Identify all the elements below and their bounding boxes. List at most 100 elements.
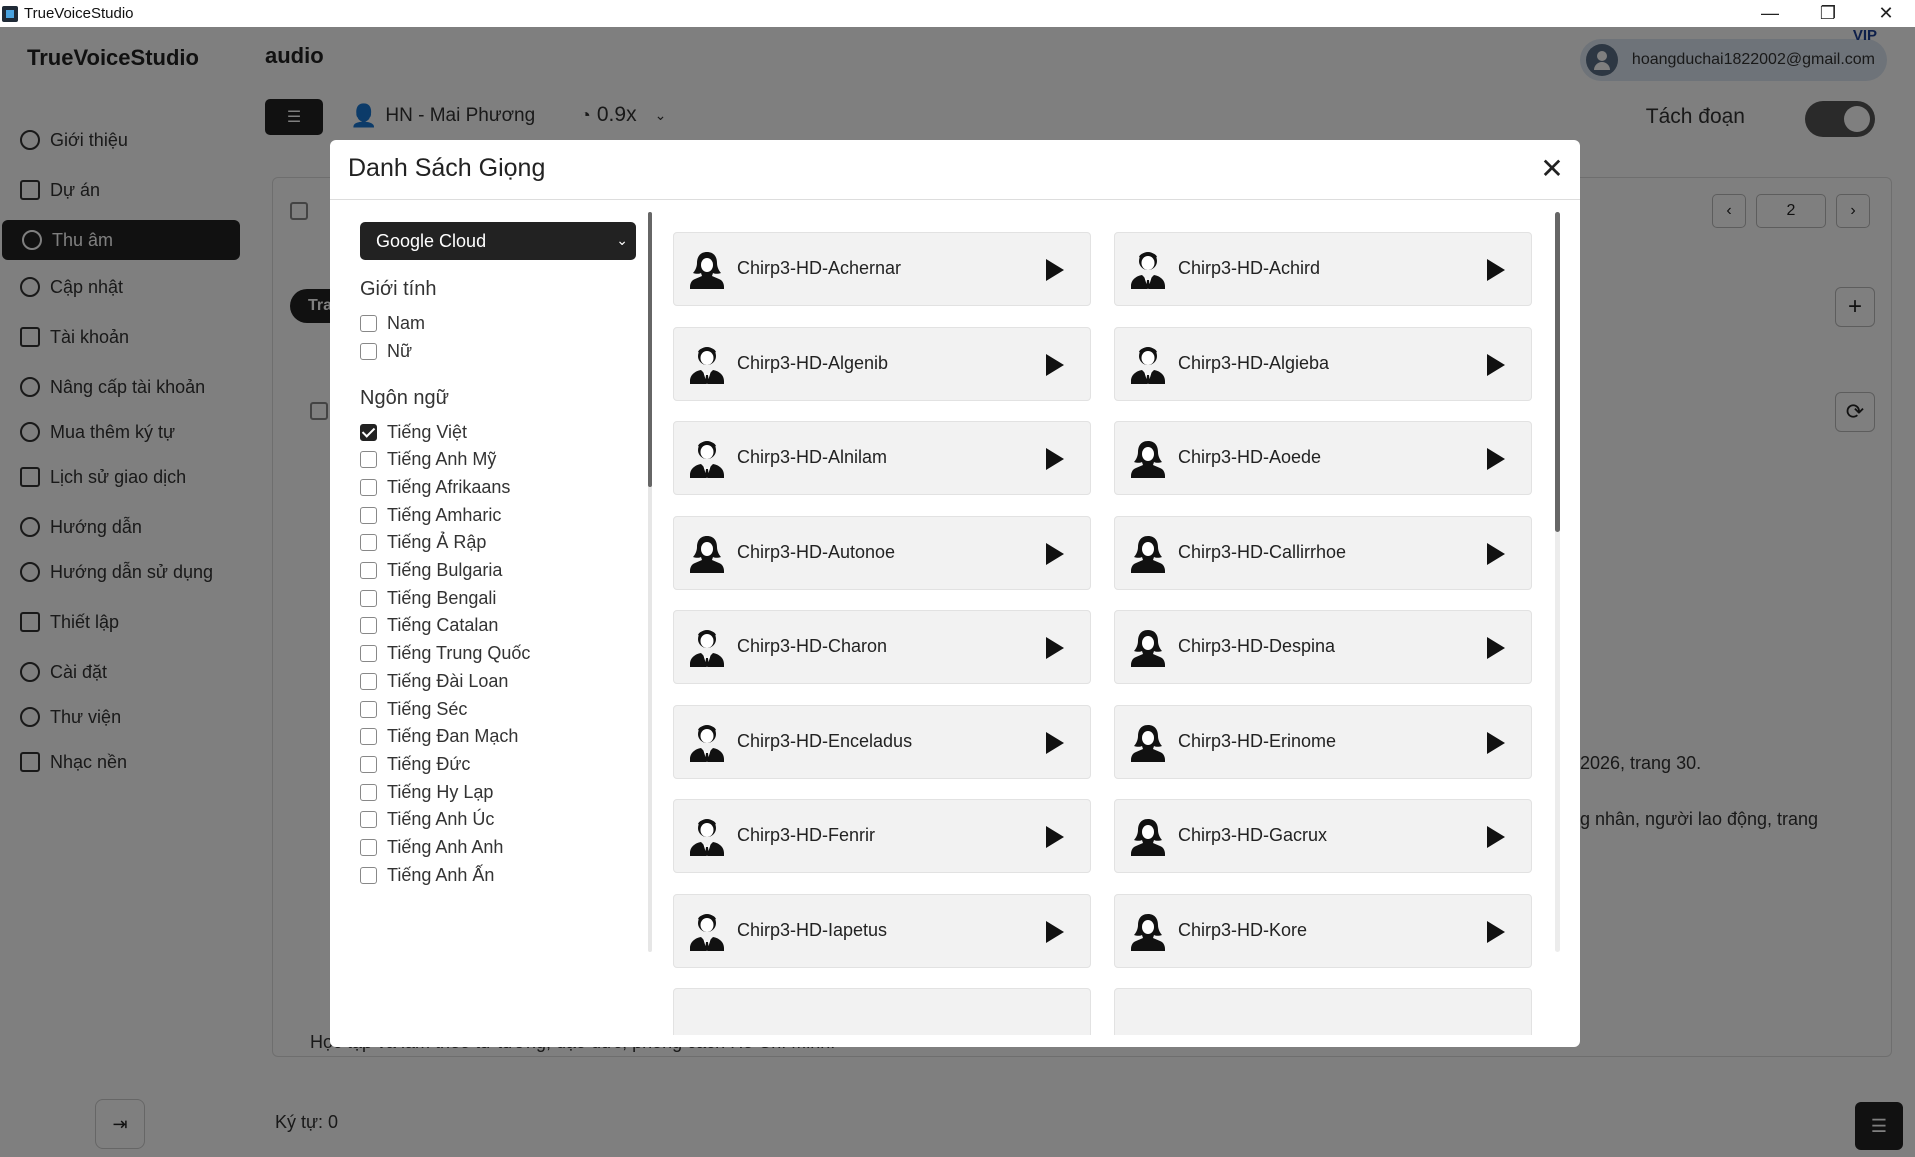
voice-name: Chirp3-HD-Achernar xyxy=(737,258,902,278)
play-icon[interactable] xyxy=(1487,731,1505,754)
checkbox[interactable] xyxy=(360,589,377,607)
option-label: Tiếng Đan Mạch xyxy=(387,726,519,747)
checkbox[interactable] xyxy=(360,562,377,579)
checkbox[interactable] xyxy=(360,700,377,718)
voice-card[interactable]: Chirp3-HD-Enceladus xyxy=(673,704,1091,779)
language-option[interactable]: Tiếng Đài Loan xyxy=(360,668,508,694)
checkbox[interactable] xyxy=(360,314,377,332)
voice-card[interactable]: Chirp3-HD-Fenrir xyxy=(673,799,1091,873)
female-user-icon xyxy=(688,533,726,573)
voice-name: Chirp3-HD-Iapetus xyxy=(737,919,888,940)
provider-select[interactable]: Google Cloud ⌄ xyxy=(360,222,636,260)
close-window-button[interactable]: ✕ xyxy=(1857,0,1915,27)
close-icon[interactable]: ✕ xyxy=(1538,155,1566,184)
voice-scrollbar[interactable] xyxy=(1555,212,1560,532)
checkbox[interactable] xyxy=(360,451,377,469)
play-icon[interactable] xyxy=(1046,731,1064,754)
voice-card[interactable]: Chirp3-HD-Algenib xyxy=(673,326,1091,401)
language-option[interactable]: Tiếng Anh Mỹ xyxy=(360,447,496,473)
checkbox[interactable] xyxy=(360,811,377,829)
option-label: Tiếng Afrikaans xyxy=(387,476,511,497)
checkbox[interactable] xyxy=(360,478,377,496)
language-option[interactable]: Tiếng Ả Rập xyxy=(360,530,486,556)
play-icon[interactable] xyxy=(1046,542,1064,565)
voice-name: Chirp3-HD-Kore xyxy=(1178,919,1308,940)
checkbox[interactable] xyxy=(360,866,377,884)
option-label: Tiếng Việt xyxy=(387,421,468,442)
play-icon[interactable] xyxy=(1046,920,1064,943)
language-option[interactable]: Tiếng Bulgaria xyxy=(360,558,502,584)
voice-card[interactable] xyxy=(1114,988,1532,1035)
checkbox[interactable] xyxy=(360,839,377,856)
play-icon[interactable] xyxy=(1046,637,1064,659)
option-label: Tiếng Anh Anh xyxy=(387,837,504,857)
voice-name: Chirp3-HD-Fenrir xyxy=(737,825,876,845)
language-option[interactable]: Tiếng Anh Anh xyxy=(360,835,503,861)
play-icon[interactable] xyxy=(1487,542,1505,565)
female-user-icon xyxy=(1129,627,1167,667)
voice-card[interactable]: Chirp3-HD-Despina xyxy=(1114,610,1532,684)
male-user-icon xyxy=(1129,344,1167,384)
voice-card[interactable]: Chirp3-HD-Autonoe xyxy=(673,515,1091,590)
play-icon[interactable] xyxy=(1487,448,1505,470)
modal-title: Danh Sách Giọng xyxy=(348,154,546,182)
male-user-icon xyxy=(688,627,726,667)
voice-card[interactable]: Chirp3-HD-Callirrhoe xyxy=(1114,515,1532,590)
restore-button[interactable]: ❐ xyxy=(1799,0,1857,27)
option-label: Tiếng Bulgaria xyxy=(387,560,503,580)
provider-value: Google Cloud xyxy=(376,230,487,251)
voice-card[interactable]: Chirp3-HD-Erinome xyxy=(1114,704,1532,779)
female-user-icon xyxy=(688,249,726,289)
play-icon[interactable] xyxy=(1046,826,1064,848)
gender-option[interactable]: Nam xyxy=(360,310,425,336)
checkbox[interactable] xyxy=(360,728,377,746)
language-option[interactable]: Tiếng Đan Mạch xyxy=(360,724,518,750)
voice-card[interactable]: Chirp3-HD-Achird xyxy=(1114,232,1532,306)
checkbox[interactable] xyxy=(360,645,377,663)
voice-card[interactable]: Chirp3-HD-Aoede xyxy=(1114,421,1532,495)
language-option[interactable]: Tiếng Trung Quốc xyxy=(360,641,530,667)
checkbox[interactable] xyxy=(360,672,377,690)
filter-scrollbar[interactable] xyxy=(648,212,652,487)
language-option[interactable]: Tiếng Catalan xyxy=(360,613,498,639)
checkbox[interactable] xyxy=(360,534,377,552)
voice-card[interactable]: Chirp3-HD-Gacrux xyxy=(1114,799,1532,873)
female-user-icon xyxy=(1129,533,1167,573)
voice-card[interactable]: Chirp3-HD-Charon xyxy=(673,610,1091,684)
language-option[interactable]: Tiếng Amharic xyxy=(360,502,501,528)
checkbox[interactable] xyxy=(360,423,377,441)
play-icon[interactable] xyxy=(1487,637,1505,659)
checkbox[interactable] xyxy=(360,783,377,801)
gender-option[interactable]: Nữ xyxy=(360,338,412,364)
checkbox[interactable] xyxy=(360,342,377,360)
voice-card[interactable] xyxy=(673,988,1091,1035)
voice-card[interactable]: Chirp3-HD-Algieba xyxy=(1114,326,1532,401)
checkbox[interactable] xyxy=(360,617,377,635)
language-option[interactable]: Tiếng Anh Úc xyxy=(360,807,494,833)
play-icon[interactable] xyxy=(1046,259,1064,281)
language-option[interactable]: Tiếng Séc xyxy=(360,696,467,722)
option-label: Nữ xyxy=(387,340,413,361)
language-option[interactable]: Tiếng Việt xyxy=(360,419,467,445)
play-icon[interactable] xyxy=(1487,826,1505,848)
language-option[interactable]: Tiếng Anh Ấn xyxy=(360,862,494,888)
language-option[interactable]: Tiếng Bengali xyxy=(360,585,496,611)
language-option[interactable]: Tiếng Hy Lạp xyxy=(360,779,493,805)
checkbox[interactable] xyxy=(360,755,377,773)
voice-name: Chirp3-HD-Enceladus xyxy=(737,730,913,751)
filter-pane: Google Cloud ⌄ Giới tính Nam Nữ Ngôn ngữ … xyxy=(360,220,650,1035)
play-icon[interactable] xyxy=(1487,920,1505,943)
checkbox[interactable] xyxy=(360,506,377,524)
play-icon[interactable] xyxy=(1046,448,1064,470)
voice-card[interactable]: Chirp3-HD-Alnilam xyxy=(673,421,1091,495)
play-icon[interactable] xyxy=(1487,259,1505,281)
play-icon[interactable] xyxy=(1046,353,1064,376)
voice-card[interactable]: Chirp3-HD-Achernar xyxy=(673,232,1091,306)
modal-header: Danh Sách Giọng ✕ xyxy=(330,140,1580,200)
play-icon[interactable] xyxy=(1487,353,1505,376)
voice-card[interactable]: Chirp3-HD-Iapetus xyxy=(673,893,1091,968)
voice-card[interactable]: Chirp3-HD-Kore xyxy=(1114,893,1532,968)
minimize-button[interactable]: — xyxy=(1741,0,1799,27)
language-option[interactable]: Tiếng Afrikaans xyxy=(360,474,510,500)
language-option[interactable]: Tiếng Đức xyxy=(360,751,470,777)
